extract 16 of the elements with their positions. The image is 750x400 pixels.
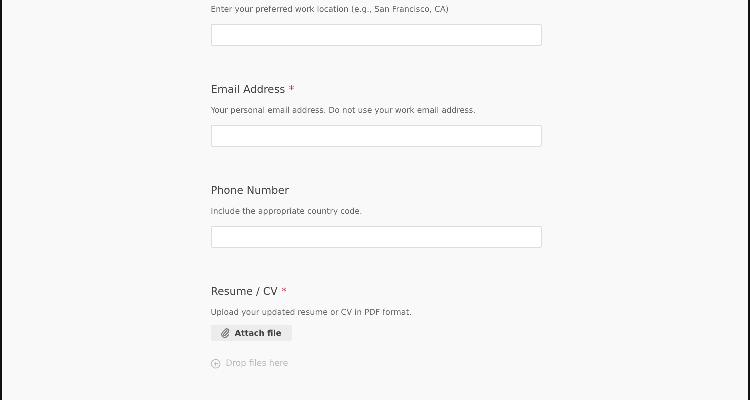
field-label: Resume / CV [211, 286, 278, 298]
attach-file-button[interactable]: Attach file [211, 325, 292, 341]
input-field[interactable] [211, 125, 542, 147]
field-description: Include the appropriate country code. [211, 207, 362, 216]
required-marker: * [289, 85, 294, 96]
required-marker: * [282, 287, 287, 298]
add-icon [211, 359, 221, 369]
field-description: Upload your updated resume or CV in PDF format. [211, 308, 412, 317]
field-description: Enter your preferred work location (e.g., San Francisco, CA) [211, 5, 449, 14]
field-label: Email Address [211, 84, 286, 96]
field-label: Phone Number [211, 185, 290, 197]
paperclip-icon [221, 328, 230, 338]
drop-files-hint: Drop files here [226, 359, 288, 369]
input-field[interactable] [211, 226, 542, 248]
field-description: Your personal email address. Do not use your work email address. [211, 106, 476, 115]
input-field[interactable] [211, 24, 542, 46]
